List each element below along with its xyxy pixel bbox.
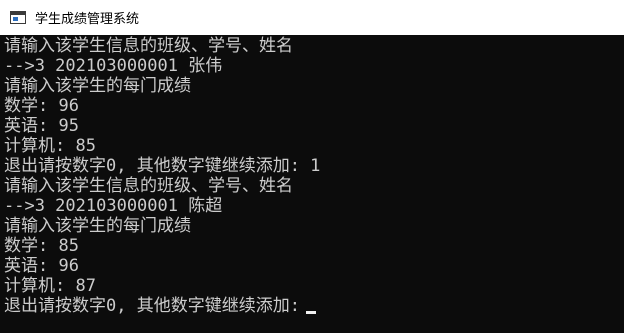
console-line-prompt: 请输入该学生信息的班级、学号、姓名 [4, 176, 293, 196]
console-line-score: 计算机: 87 [4, 276, 96, 296]
console-lines: 请输入该学生信息的班级、学号、姓名 -->3 202103000001 张伟 请… [4, 36, 320, 316]
console-line-current-text: 退出请按数字0, 其他数字键继续添加: [4, 296, 300, 316]
console-line-score: 英语: 95 [4, 116, 79, 136]
console-line-score: 计算机: 85 [4, 136, 96, 156]
window-title: 学生成绩管理系统 [35, 12, 140, 27]
console-line-prompt: 请输入该学生的每门成绩 [4, 216, 191, 236]
console-line-score: 数学: 96 [4, 96, 79, 116]
console-line-score: 数学: 85 [4, 236, 79, 256]
console-line-input: -->3 202103000001 张伟 [4, 56, 223, 76]
console-line-input: -->3 202103000001 陈超 [4, 196, 223, 216]
console-line-prompt: 请输入该学生的每门成绩 [4, 76, 191, 96]
text-cursor [305, 311, 316, 314]
title-bar[interactable]: 学生成绩管理系统 [0, 0, 624, 35]
console-window: 学生成绩管理系统 请输入该学生信息的班级、学号、姓名 -->3 20210300… [0, 0, 624, 333]
console-output-area[interactable]: 请输入该学生信息的班级、学号、姓名 -->3 202103000001 张伟 请… [0, 35, 624, 333]
console-line-continue: 退出请按数字0, 其他数字键继续添加: 1 [4, 156, 321, 176]
console-app-icon [10, 11, 26, 24]
console-line-current-prompt[interactable]: 退出请按数字0, 其他数字键继续添加: [4, 296, 320, 316]
console-line-score: 英语: 96 [4, 256, 79, 276]
console-line-prompt: 请输入该学生信息的班级、学号、姓名 [4, 36, 293, 56]
